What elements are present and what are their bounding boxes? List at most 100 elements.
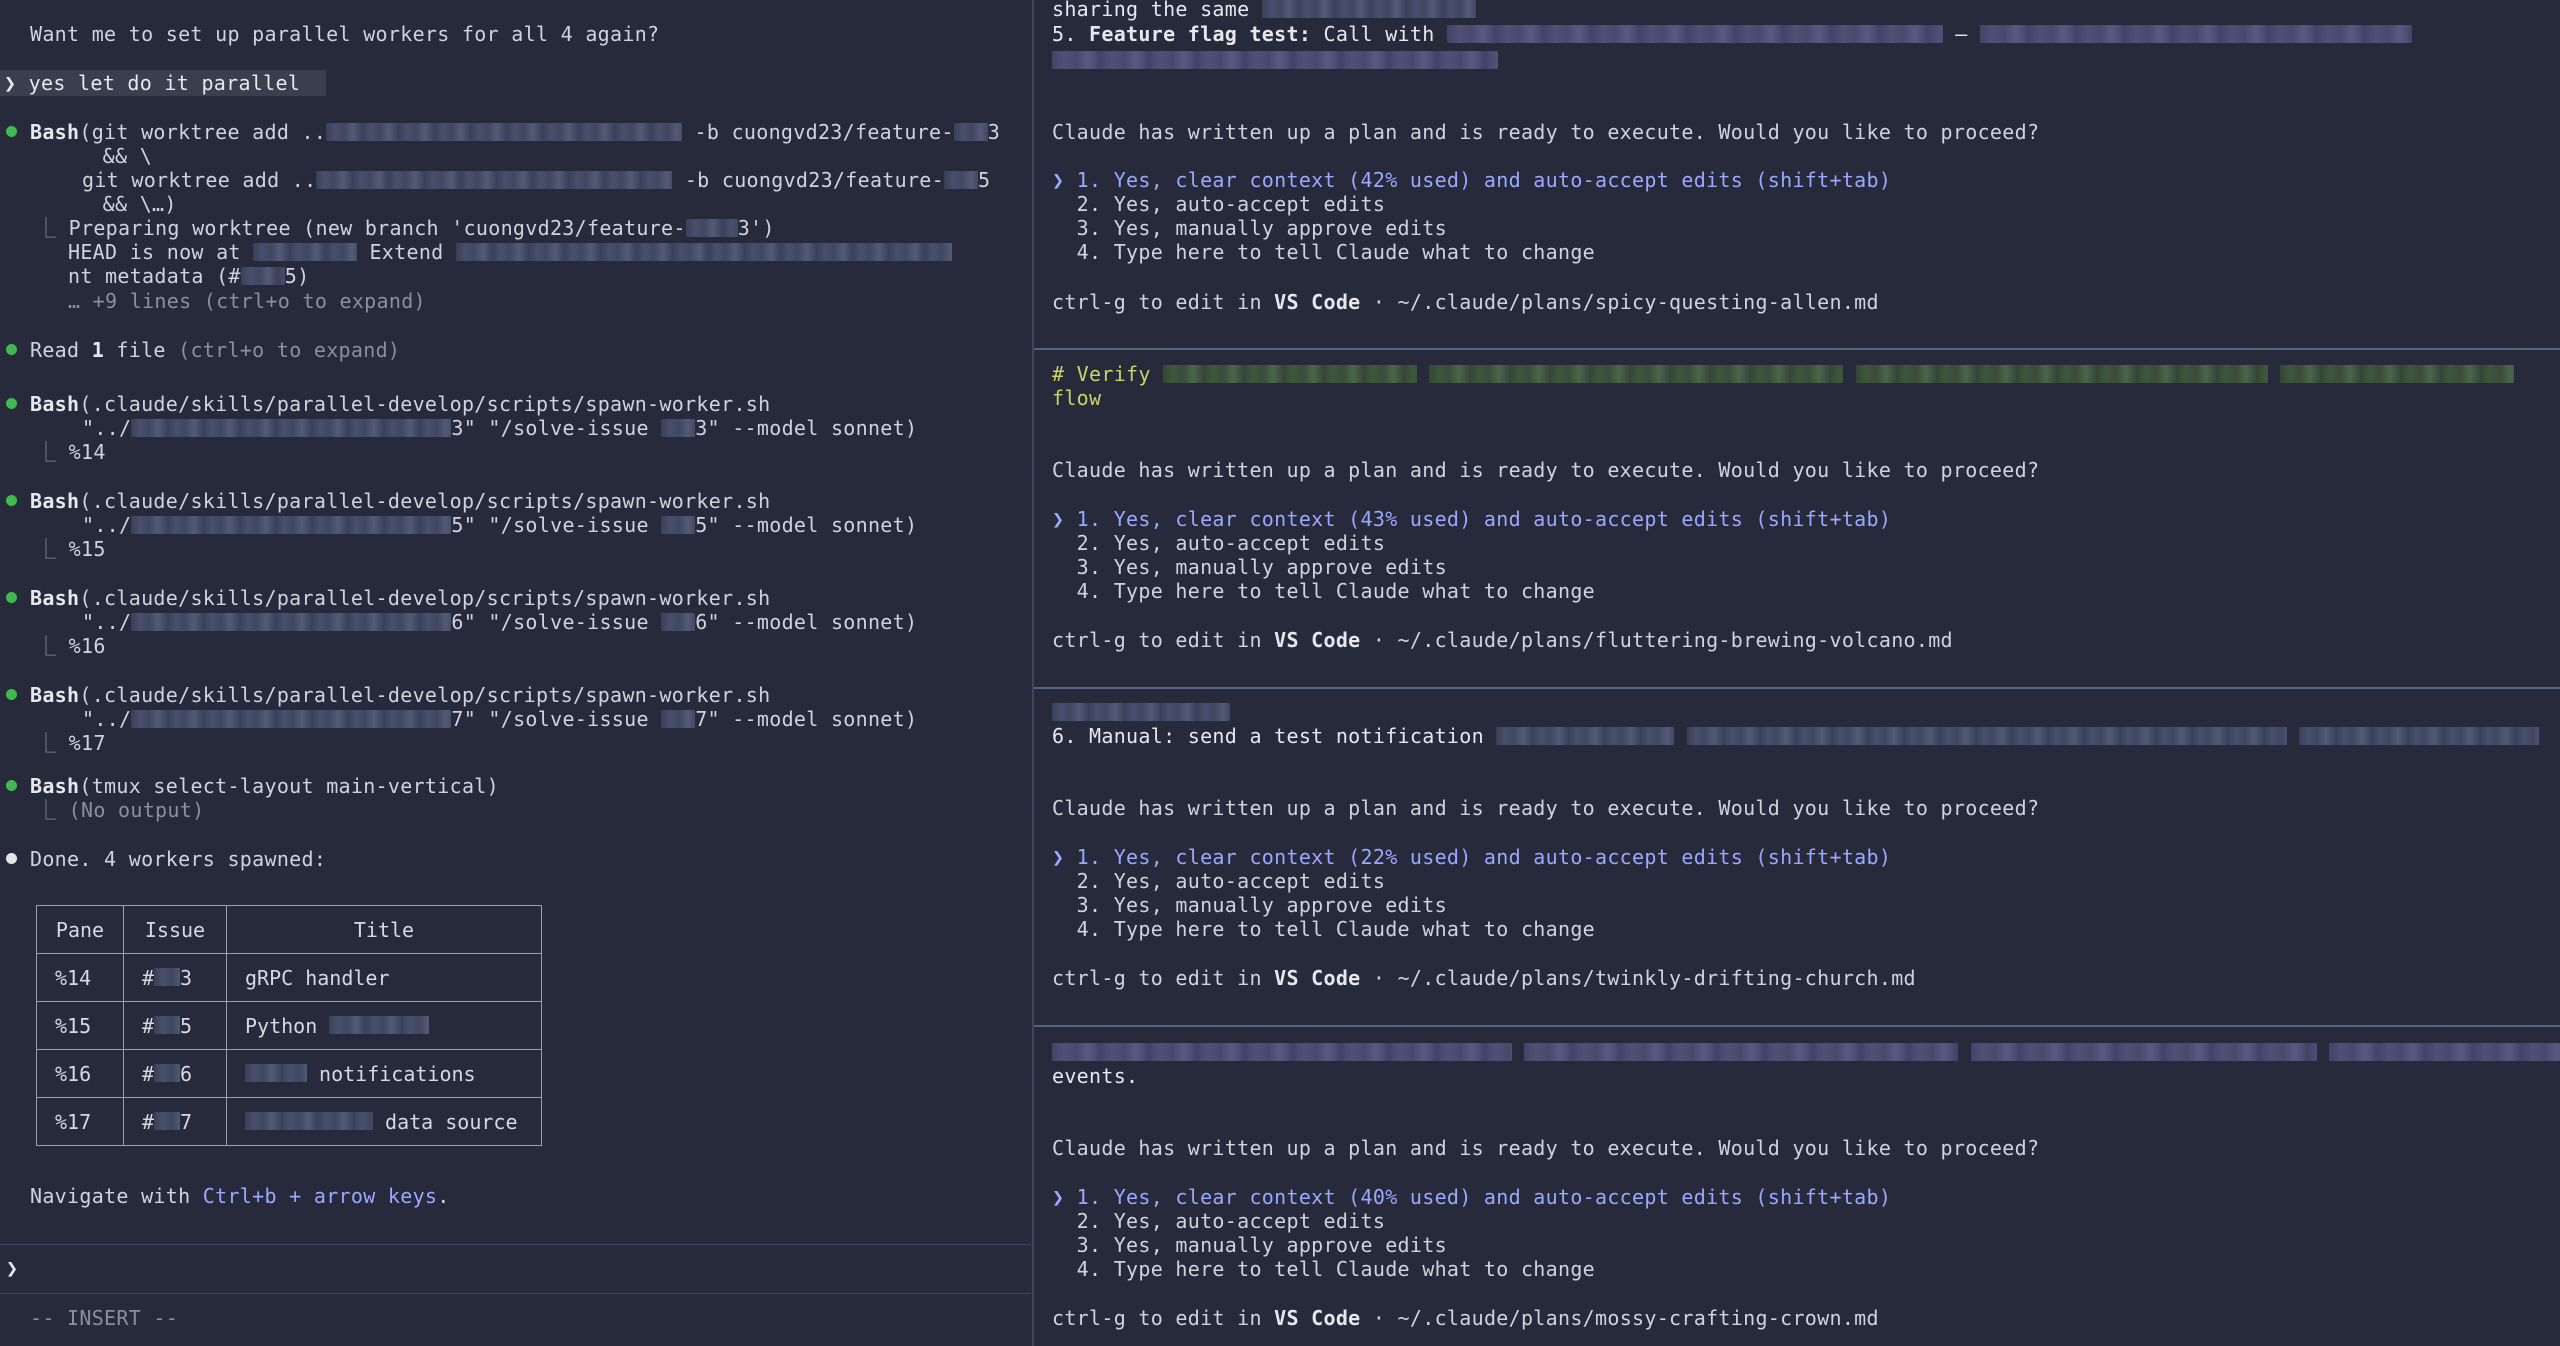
tree-elbow-icon: ⎿ [36, 634, 69, 658]
plan-text-line: 6. Manual: send a test notification [1052, 724, 2539, 748]
command-text: -b cuongvd23/feature- [682, 120, 954, 144]
expand-hint[interactable]: … +9 lines (ctrl+o to expand) [68, 289, 426, 313]
option-auto-accept[interactable]: 2. Yes, auto-accept edits [1052, 192, 1385, 216]
redacted-text [245, 1064, 307, 1082]
spawn-output: ⎿ %15 [36, 537, 106, 561]
worktree-output-3: nt metadata (# 5) [68, 264, 310, 288]
option-type-change[interactable]: 4. Type here to tell Claude what to chan… [1052, 240, 1595, 264]
cell-issue: #7 [123, 1097, 227, 1146]
cell-issue: #3 [123, 953, 227, 1002]
workers-table: Pane Issue Title %14 #3 gRPC handler %15… [36, 905, 542, 1146]
worker-pane-4[interactable]: events. Claude has written up a plan and… [1034, 1027, 2560, 1346]
redacted-text [455, 242, 952, 261]
redacted-text [2298, 726, 2539, 745]
redacted-issue [154, 968, 181, 986]
navigate-hint: Navigate with Ctrl+b + arrow keys. [30, 1184, 450, 1208]
option-manual-approve[interactable]: 3. Yes, manually approve edits [1052, 555, 1447, 579]
main-claude-pane[interactable]: Want me to set up parallel workers for a… [0, 0, 1031, 1346]
option-clear-context[interactable]: ❯ 1. Yes, clear context (42% used) and a… [1052, 168, 1891, 192]
redacted-issue [661, 612, 696, 631]
option-type-change[interactable]: 4. Type here to tell Claude what to chan… [1052, 917, 1595, 941]
tree-elbow-icon: ⎿ [36, 537, 69, 561]
cell-pane: %17 [36, 1097, 124, 1146]
tree-elbow-icon: ⎿ [36, 440, 69, 464]
redacted-issue [661, 418, 696, 437]
redacted-text [1163, 364, 1418, 383]
option-type-change[interactable]: 4. Type here to tell Claude what to chan… [1052, 1257, 1595, 1281]
cell-pane: %16 [36, 1049, 124, 1098]
worker-pane-2[interactable]: # Verify flow Claude has written up a pl… [1034, 350, 2560, 687]
plan-text-line [1052, 1040, 2560, 1064]
column-header-pane: Pane [36, 905, 124, 954]
spawn-output: ⎿ %16 [36, 634, 106, 658]
redacted-text [1686, 726, 2287, 745]
option-auto-accept[interactable]: 2. Yes, auto-accept edits [1052, 1209, 1385, 1233]
redacted-path [131, 418, 452, 437]
user-prompt-echo: ❯ yes let do it parallel [4, 71, 301, 95]
worker-pane-1[interactable]: sharing the same 5. Feature flag test: C… [1034, 0, 2560, 348]
option-clear-context[interactable]: ❯ 1. Yes, clear context (40% used) and a… [1052, 1185, 1891, 1209]
bash-spawn-args: "../5" "/solve-issue 5" --model sonnet) [82, 513, 918, 537]
redacted-path [316, 170, 673, 189]
option-clear-context[interactable]: ❯ 1. Yes, clear context (43% used) and a… [1052, 507, 1891, 531]
command-text: 5 [978, 168, 991, 192]
plan-ready-question: Claude has written up a plan and is read… [1052, 458, 2040, 482]
command-text: -b cuongvd23/feature- [672, 168, 944, 192]
tree-elbow-icon: ⎿ [36, 731, 69, 755]
command-text: 3 [987, 120, 1001, 144]
editor-footer: ctrl-g to edit in VS Code · ~/.claude/pl… [1052, 290, 1879, 314]
chat-input[interactable]: ❯ [6, 1256, 18, 1280]
success-dot-icon [6, 495, 17, 506]
redacted-text [1052, 50, 1498, 69]
redacted-text [1052, 702, 1230, 721]
success-dot-icon [6, 592, 17, 603]
bash-worktree-line-1: Bash(git worktree add .. -b cuongvd23/fe… [30, 120, 1000, 144]
success-dot-icon [6, 689, 17, 700]
redacted-issue [154, 1016, 181, 1034]
redacted-text [1496, 726, 1675, 745]
plan-text-line: events. [1052, 1064, 1139, 1088]
assistant-question: Want me to set up parallel workers for a… [30, 22, 660, 46]
command-text: git worktree add .. [82, 168, 317, 192]
editor-footer: ctrl-g to edit in VS Code · ~/.claude/pl… [1052, 628, 1953, 652]
redacted-path [131, 709, 452, 728]
table-row: %14 #3 gRPC handler [36, 953, 542, 1002]
cell-issue: #5 [123, 1001, 227, 1050]
option-manual-approve[interactable]: 3. Yes, manually approve edits [1052, 1233, 1447, 1257]
redacted-path [131, 612, 452, 631]
redacted-issue [685, 218, 738, 237]
cell-title: Python [226, 1001, 542, 1050]
option-manual-approve[interactable]: 3. Yes, manually approve edits [1052, 893, 1447, 917]
plan-ready-question: Claude has written up a plan and is read… [1052, 1136, 2040, 1160]
option-type-change[interactable]: 4. Type here to tell Claude what to chan… [1052, 579, 1595, 603]
table-row: %17 #7 data source [36, 1097, 542, 1146]
vim-mode-indicator: -- INSERT -- [30, 1306, 179, 1330]
worker-pane-3[interactable]: 6. Manual: send a test notification Clau… [1034, 689, 2560, 1025]
bash-spawn-line: Bash(.claude/skills/parallel-develop/scr… [30, 489, 771, 513]
redacted-issue [944, 170, 978, 189]
redacted-text [1052, 1042, 1512, 1061]
read-file-line[interactable]: Read 1 file (ctrl+o to expand) [30, 338, 400, 362]
success-dot-icon [6, 398, 17, 409]
table-row: %15 #5 Python [36, 1001, 542, 1050]
bash-spawn-args: "../6" "/solve-issue 6" --model sonnet) [82, 610, 918, 634]
bash-worktree-line-2: git worktree add .. -b cuongvd23/feature… [82, 168, 990, 192]
plan-text-line: 5. Feature flag test: Call with — [1052, 22, 2412, 46]
redacted-text [1970, 1042, 2317, 1061]
bash-worktree-cont-2: && \…) [78, 192, 177, 216]
option-auto-accept[interactable]: 2. Yes, auto-accept edits [1052, 531, 1385, 555]
option-clear-context[interactable]: ❯ 1. Yes, clear context (22% used) and a… [1052, 845, 1891, 869]
terminal-window: Want me to set up parallel workers for a… [0, 0, 2560, 1346]
bash-spawn-line: Bash(.claude/skills/parallel-develop/scr… [30, 586, 771, 610]
option-manual-approve[interactable]: 3. Yes, manually approve edits [1052, 216, 1447, 240]
tree-elbow-icon: ⎿ [36, 216, 69, 240]
cell-title: data source [226, 1097, 542, 1146]
plan-text-line: # Verify [1052, 362, 2515, 386]
option-auto-accept[interactable]: 2. Yes, auto-accept edits [1052, 869, 1385, 893]
redacted-text [329, 1016, 430, 1034]
redacted-issue [154, 1064, 181, 1082]
redacted-issue [953, 122, 988, 141]
input-top-border [0, 1244, 1031, 1245]
editor-footer: ctrl-g to edit in VS Code · ~/.claude/pl… [1052, 1306, 1879, 1330]
redacted-text [245, 1112, 373, 1130]
